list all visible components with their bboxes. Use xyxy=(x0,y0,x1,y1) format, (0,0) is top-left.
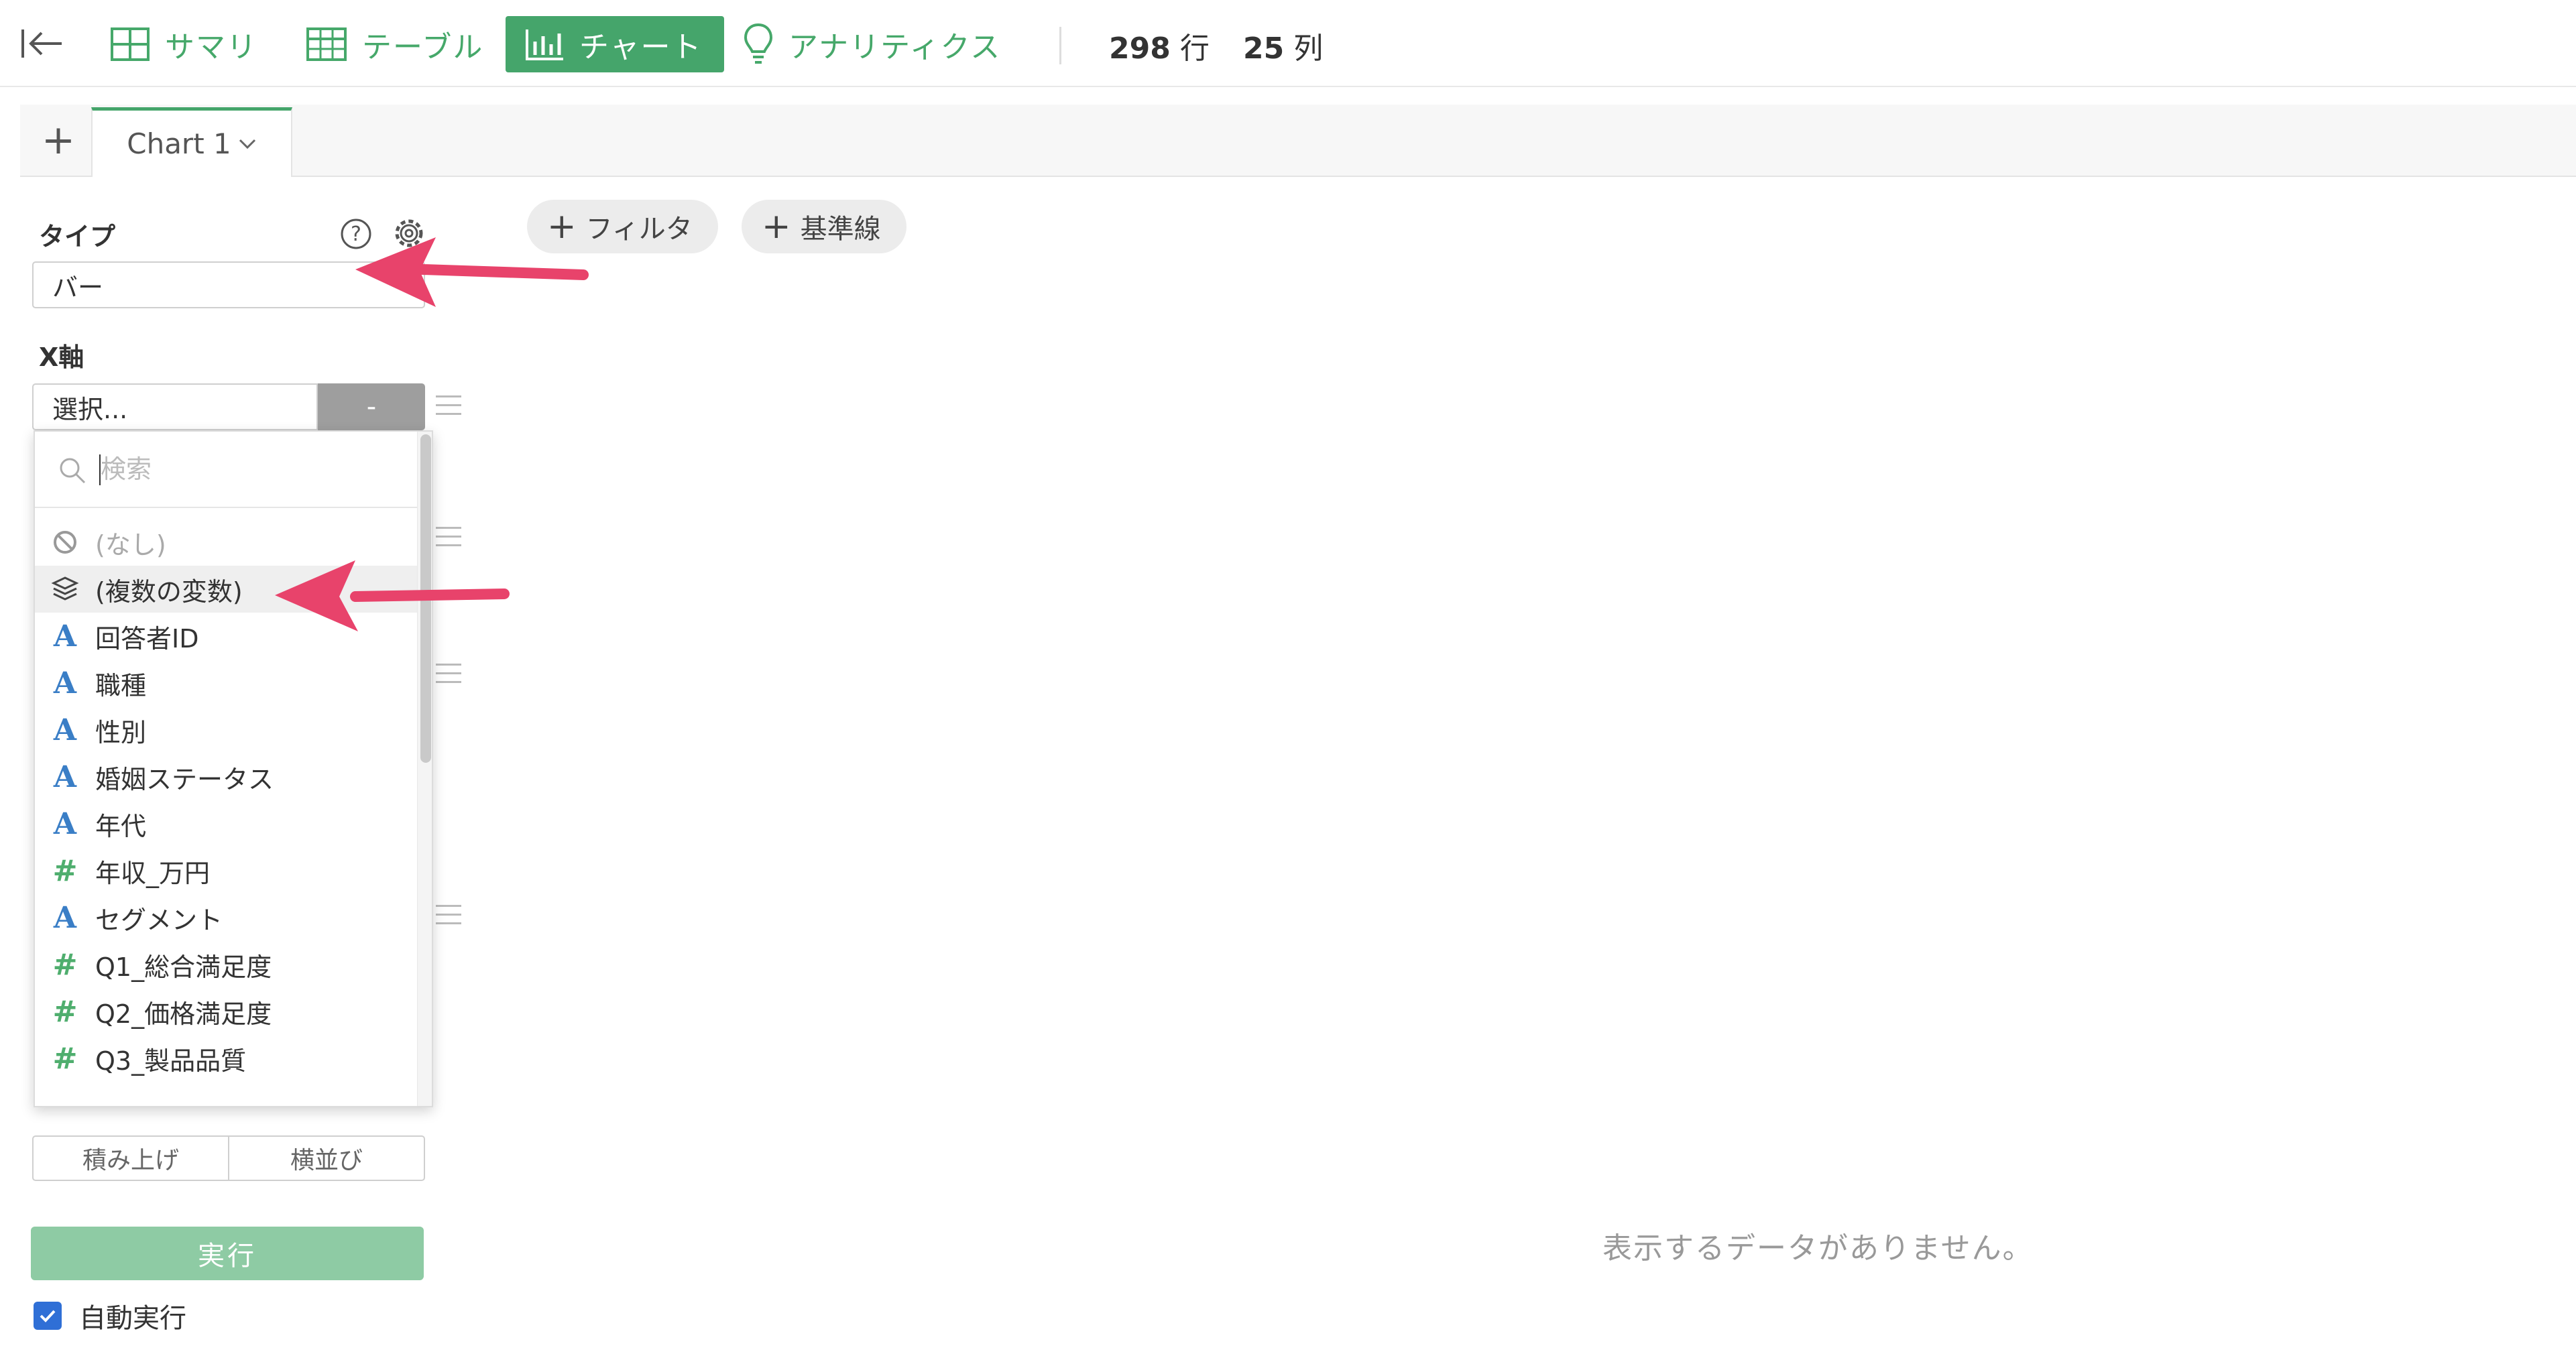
add-reference-line-label: 基準線 xyxy=(800,214,881,245)
tab-table[interactable]: テーブル xyxy=(306,16,483,72)
dropdown-search xyxy=(35,432,417,508)
table-icon xyxy=(306,27,347,61)
x-axis-aggregate-button[interactable]: - xyxy=(318,383,425,430)
checkbox-checked-icon[interactable] xyxy=(34,1302,62,1330)
stack-label: 積み上げ xyxy=(82,1147,179,1174)
column-count: 25 列 xyxy=(1243,24,1323,67)
side-by-side-toggle[interactable]: 横並び xyxy=(228,1135,425,1181)
search-input[interactable] xyxy=(99,449,397,489)
option-q1[interactable]: # Q1_総合満足度 xyxy=(35,941,417,988)
auto-run-checkbox[interactable]: 自動実行 xyxy=(34,1296,186,1335)
layers-icon xyxy=(35,575,95,603)
search-icon xyxy=(60,458,86,484)
text-type-icon: A xyxy=(53,806,77,841)
dropdown-scrollbar[interactable] xyxy=(417,432,432,1106)
option-label: 年収_万円 xyxy=(95,858,211,888)
column-count-value: 25 xyxy=(1243,32,1285,66)
text-type-icon: A xyxy=(53,666,77,700)
text-type-icon: A xyxy=(53,759,77,794)
tab-summary[interactable]: サマリ xyxy=(110,16,257,72)
tab-chart-1[interactable]: Chart 1 xyxy=(91,107,292,177)
x-axis-dropdown: (なし) (複数の変数) A 回答者ID A 職種 A 性別 A 婚姻ステータス… xyxy=(34,430,433,1107)
chart-type-value: バー xyxy=(52,272,104,302)
tab-chart-label: チャート xyxy=(579,30,703,64)
option-label: Q3_製品品質 xyxy=(95,1046,247,1076)
chevron-down-icon[interactable] xyxy=(238,138,257,150)
x-axis-select[interactable]: 選択... xyxy=(32,383,318,430)
annotation-arrow-icon xyxy=(275,560,510,631)
option-label: 性別 xyxy=(95,717,147,747)
option-segment[interactable]: A セグメント xyxy=(35,894,417,941)
auto-run-label: 自動実行 xyxy=(79,1303,186,1334)
row-count-unit: 行 xyxy=(1179,32,1210,66)
side-by-side-label: 横並び xyxy=(290,1147,363,1174)
drag-handle-icon[interactable] xyxy=(436,527,461,547)
no-data-message: 表示するデータがありません。 xyxy=(1602,1231,2034,1265)
tab-analytics[interactable]: アナリティクス xyxy=(743,16,1001,72)
x-axis-value: 選択... xyxy=(52,394,128,424)
add-chart-button[interactable]: + xyxy=(35,118,82,165)
run-label: 実行 xyxy=(198,1241,257,1272)
row-count-value: 298 xyxy=(1109,32,1171,66)
toolbar-divider xyxy=(1059,27,1061,64)
tab-chart[interactable]: チャート xyxy=(506,16,724,72)
drag-handle-icon[interactable] xyxy=(436,905,461,925)
add-filter-label: フィルタ xyxy=(585,214,693,245)
numeric-type-icon: # xyxy=(52,947,78,982)
text-type-icon: A xyxy=(53,713,77,747)
tab-chart-1-label: Chart 1 xyxy=(127,127,231,160)
numeric-type-icon: # xyxy=(52,1041,78,1076)
option-label: (なし) xyxy=(95,530,166,560)
column-count-unit: 列 xyxy=(1293,32,1324,66)
stack-toggle[interactable]: 積み上げ xyxy=(32,1135,229,1181)
numeric-type-icon: # xyxy=(52,994,78,1029)
chart-tab-bar: + Chart 1 xyxy=(20,105,2576,177)
option-label: 職種 xyxy=(95,670,147,700)
option-label: 回答者ID xyxy=(95,623,199,654)
option-q3[interactable]: # Q3_製品品質 xyxy=(35,1035,417,1082)
option-label: Q1_総合満足度 xyxy=(95,952,272,982)
type-label: タイプ xyxy=(39,222,116,251)
add-reference-line-button[interactable]: + 基準線 xyxy=(742,200,906,253)
text-type-icon: A xyxy=(53,619,77,654)
option-marital-status[interactable]: A 婚姻ステータス xyxy=(35,753,417,800)
option-annual-income[interactable]: # 年収_万円 xyxy=(35,847,417,894)
option-label: 年代 xyxy=(95,811,147,841)
no-icon xyxy=(35,529,95,556)
row-count: 298 行 xyxy=(1109,24,1210,67)
tab-summary-label: サマリ xyxy=(165,30,257,64)
option-label: 婚姻ステータス xyxy=(95,764,274,794)
plus-icon: + xyxy=(762,206,791,247)
drag-handle-icon[interactable] xyxy=(436,395,461,416)
top-toolbar: サマリ テーブル チャート アナリティクス 298 行 25 列 xyxy=(0,0,2576,87)
option-gender[interactable]: A 性別 xyxy=(35,706,417,753)
text-type-icon: A xyxy=(53,900,77,935)
option-label: セグメント xyxy=(95,905,223,935)
bar-chart-icon xyxy=(526,29,563,60)
grid-icon xyxy=(111,27,150,61)
tab-table-label: テーブル xyxy=(362,30,484,64)
option-label: Q2_価格満足度 xyxy=(95,999,272,1029)
text-cursor xyxy=(99,454,101,485)
tab-analytics-label: アナリティクス xyxy=(788,30,1002,64)
annotation-arrow-icon xyxy=(355,237,589,307)
option-age-group[interactable]: A 年代 xyxy=(35,800,417,847)
lightbulb-icon xyxy=(744,23,773,64)
numeric-type-icon: # xyxy=(52,853,78,888)
drag-handle-icon[interactable] xyxy=(436,664,461,684)
option-q2[interactable]: # Q2_価格満足度 xyxy=(35,988,417,1035)
option-label: (複数の変数) xyxy=(95,576,243,607)
run-button[interactable]: 実行 xyxy=(31,1227,424,1280)
collapse-sidebar-icon[interactable] xyxy=(20,27,67,60)
x-axis-button-label: - xyxy=(366,391,377,422)
option-occupation[interactable]: A 職種 xyxy=(35,660,417,706)
x-axis-label: X軸 xyxy=(39,343,84,372)
